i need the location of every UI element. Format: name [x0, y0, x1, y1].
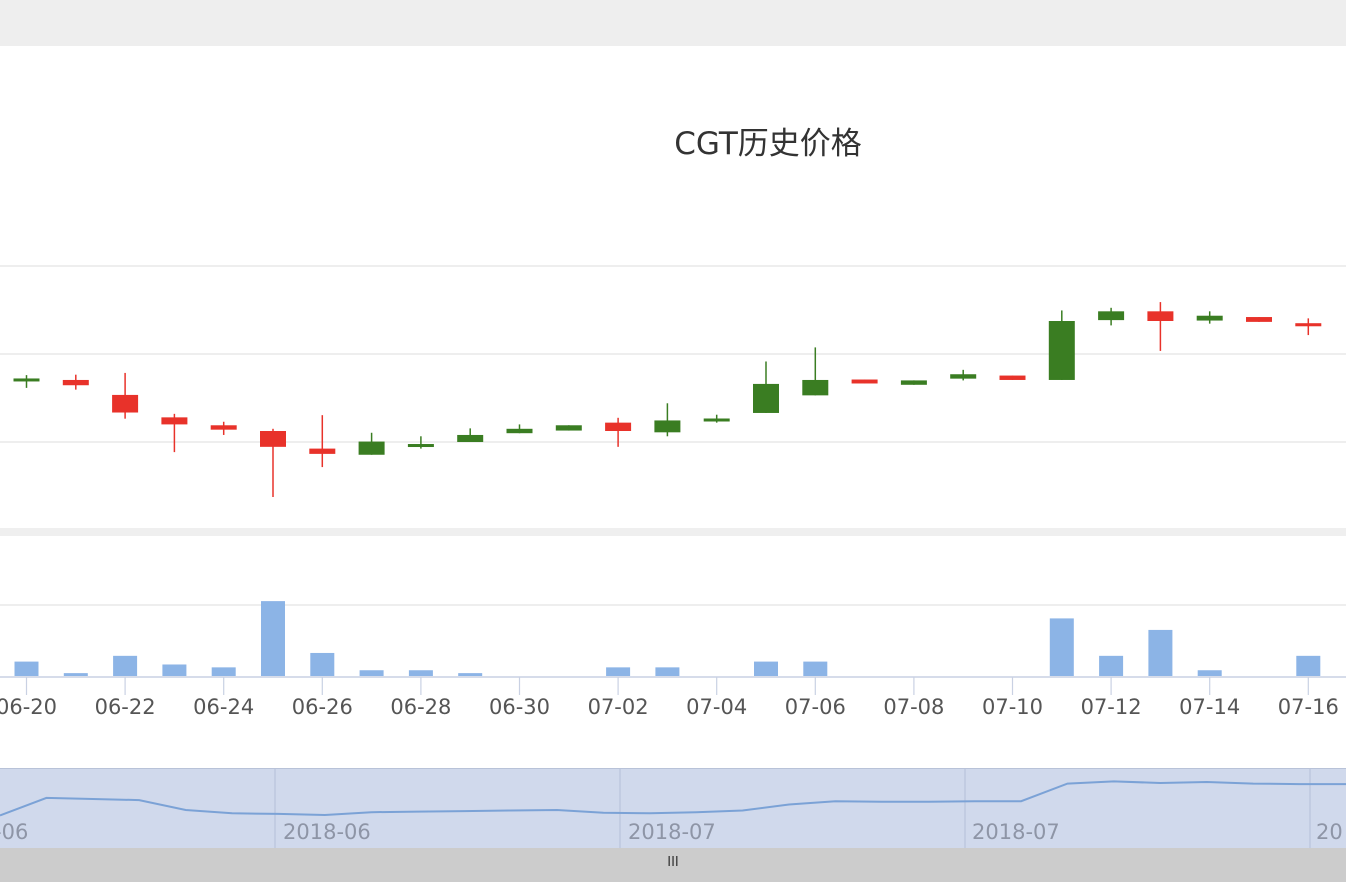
volume-bar [261, 601, 285, 676]
datazoom-label: 2018-07 [628, 820, 716, 844]
x-axis-tick-label: 07-14 [1179, 695, 1240, 719]
x-axis-tick-label: 07-16 [1278, 695, 1339, 719]
candle-body [851, 379, 878, 384]
candle-body [1295, 323, 1322, 327]
x-axis-tick-label: 06-30 [489, 695, 550, 719]
volume-bar [754, 661, 778, 676]
x-axis-tick-label: 07-04 [686, 695, 747, 719]
volume-bar [606, 667, 631, 676]
volume-bar [803, 661, 828, 676]
candle-body [210, 425, 237, 430]
candle-body [457, 434, 484, 442]
volume-bar [1148, 629, 1173, 676]
x-axis-tick-label: 06-28 [390, 695, 451, 719]
x-axis-tick-label: 06-20 [0, 695, 57, 719]
x-axis-tick-label: 07-10 [982, 695, 1043, 719]
volume-bar [211, 667, 236, 676]
candlestick-chart: 06-20 06-22 06-24 06-26 06-28 06-30 07-02 07-04… [0, 265, 1346, 848]
volume-bar [1296, 655, 1321, 676]
volume-bar [1197, 670, 1222, 676]
x-axis-tick-label: 07-02 [588, 695, 649, 719]
volume-bar [14, 661, 39, 676]
candle-body [1098, 311, 1125, 321]
candle-body [161, 417, 188, 425]
x-axis-tick-label: 07-12 [1081, 695, 1142, 719]
candle-body [555, 425, 582, 431]
volume-bar [63, 673, 88, 676]
volume-bar [162, 664, 187, 676]
candle-body [1048, 321, 1075, 380]
x-axis-tick-label: 06-22 [95, 695, 156, 719]
candle-body [999, 375, 1026, 380]
datazoom-label: 20 [1316, 820, 1343, 844]
candle-body [703, 418, 730, 422]
volume-bar [1099, 655, 1124, 676]
candle-body [309, 448, 336, 454]
datazoom-handle-grip[interactable]: III [667, 855, 679, 870]
candle-body [654, 420, 681, 433]
candle-body [753, 383, 779, 413]
volume-bar [113, 655, 138, 676]
datazoom-label: 2018-07 [972, 820, 1060, 844]
x-axis-tick-label: 06-24 [193, 695, 254, 719]
x-axis-tick-label: 07-06 [785, 695, 846, 719]
candle-body [62, 379, 89, 386]
candle-body [407, 444, 434, 448]
datazoom-handle[interactable]: III [0, 848, 1346, 882]
volume-bar [458, 673, 483, 676]
candle-body [358, 441, 385, 455]
volume-bar [655, 667, 680, 676]
x-axis-tick-label: 07-08 [883, 695, 944, 719]
volume-bar [359, 670, 384, 676]
candle-body [506, 428, 533, 434]
candle-body [950, 374, 977, 379]
datazoom-label: 2018-06 [283, 820, 371, 844]
candle-body [605, 422, 632, 431]
x-axis-tick-label: 06-26 [292, 695, 353, 719]
datazoom-label: -06 [0, 820, 28, 844]
volume-bar [1049, 618, 1074, 676]
candle-body [1196, 315, 1223, 321]
candle-body [802, 379, 829, 396]
candle-body [1147, 311, 1174, 321]
candle-body [900, 380, 927, 385]
candle-body [112, 394, 139, 413]
volume-bar [408, 670, 433, 676]
candle-body [1246, 317, 1272, 322]
candle-body [13, 378, 40, 382]
volume-bar [310, 652, 335, 676]
candle-body [260, 431, 286, 447]
